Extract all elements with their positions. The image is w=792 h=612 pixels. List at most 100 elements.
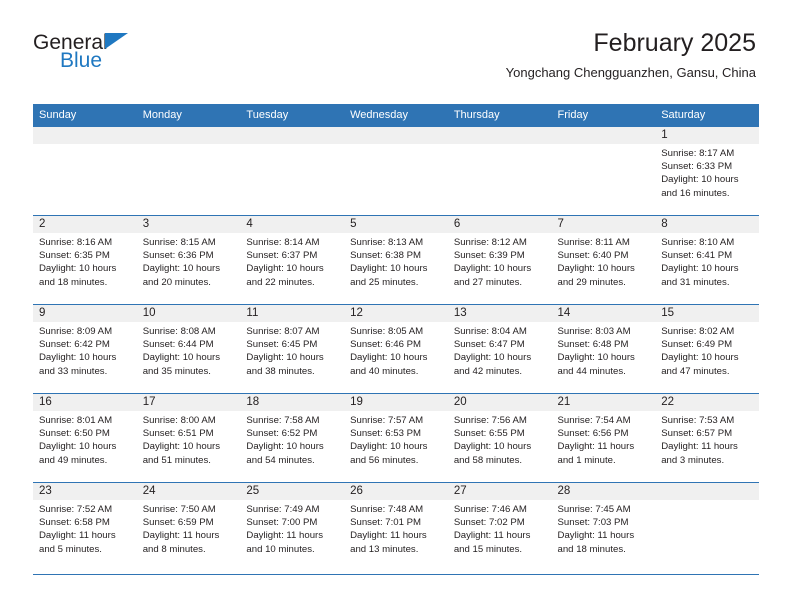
sunset-text: Sunset: 6:36 PM <box>142 250 214 262</box>
sunset-text: Sunset: 6:40 PM <box>557 250 629 262</box>
calendar-week-row: 1 Sunrise: 8:17 AM Sunset: 6:33 PM Dayli… <box>33 126 759 216</box>
daylight-text-line1: Daylight: 10 hours <box>39 441 117 453</box>
sunset-text: Sunset: 6:41 PM <box>661 250 733 262</box>
day-cell[interactable]: 4 Sunrise: 8:14 AM Sunset: 6:37 PM Dayli… <box>240 215 345 305</box>
day-cell[interactable]: 18 Sunrise: 7:58 AM Sunset: 6:52 PM Dayl… <box>240 393 345 483</box>
sunrise-text: Sunrise: 8:04 AM <box>453 326 527 337</box>
day-cell[interactable]: 2 Sunrise: 8:16 AM Sunset: 6:35 PM Dayli… <box>33 215 137 305</box>
day-cell[interactable]: 8 Sunrise: 8:10 AM Sunset: 6:41 PM Dayli… <box>655 215 759 305</box>
calendar-week-row: 16 Sunrise: 8:01 AM Sunset: 6:50 PM Dayl… <box>33 393 759 483</box>
sunset-text: Sunset: 6:44 PM <box>142 339 214 351</box>
daylight-text-line1: Daylight: 11 hours <box>557 530 635 542</box>
sunrise-text: Sunrise: 8:14 AM <box>246 237 320 248</box>
sunset-text: Sunset: 6:46 PM <box>350 339 422 351</box>
daylight-text-line2: and 5 minutes. <box>39 543 102 555</box>
day-details: Sunrise: 7:48 AM Sunset: 7:01 PM Dayligh… <box>344 500 448 556</box>
daylight-text-line2: and 56 minutes. <box>350 454 419 466</box>
day-number: 4 <box>246 218 253 230</box>
sunrise-text: Sunrise: 7:46 AM <box>453 504 527 515</box>
day-cell[interactable]: 28 Sunrise: 7:45 AM Sunset: 7:03 PM Dayl… <box>551 482 656 575</box>
day-details: Sunrise: 8:13 AM Sunset: 6:38 PM Dayligh… <box>344 233 448 289</box>
sunrise-text: Sunrise: 8:08 AM <box>142 326 216 337</box>
day-number: 1 <box>661 129 668 141</box>
day-cell[interactable]: 19 Sunrise: 7:57 AM Sunset: 6:53 PM Dayl… <box>344 393 448 483</box>
weekday-header-wednesday: Wednesday <box>344 104 448 127</box>
day-cell[interactable]: 10 Sunrise: 8:08 AM Sunset: 6:44 PM Dayl… <box>136 304 241 394</box>
sunset-text: Sunset: 6:52 PM <box>246 428 318 440</box>
day-details: Sunrise: 7:49 AM Sunset: 7:00 PM Dayligh… <box>240 500 344 556</box>
daylight-text-line2: and 15 minutes. <box>453 543 523 555</box>
day-cell[interactable]: 16 Sunrise: 8:01 AM Sunset: 6:50 PM Dayl… <box>33 393 137 483</box>
day-cell[interactable]: 9 Sunrise: 8:09 AM Sunset: 6:42 PM Dayli… <box>33 304 137 394</box>
sunrise-text: Sunrise: 8:02 AM <box>661 326 735 337</box>
calendar-page: General Blue February 2025 Yongchang Che… <box>0 0 792 612</box>
daylight-text-line2: and 16 minutes. <box>661 187 730 199</box>
day-cell[interactable]: 17 Sunrise: 8:00 AM Sunset: 6:51 PM Dayl… <box>136 393 241 483</box>
day-details: Sunrise: 8:03 AM Sunset: 6:48 PM Dayligh… <box>552 322 656 378</box>
day-number: 6 <box>453 218 461 230</box>
day-cell[interactable]: 1 Sunrise: 8:17 AM Sunset: 6:33 PM Dayli… <box>655 126 759 216</box>
day-cell[interactable]: 5 Sunrise: 8:13 AM Sunset: 6:38 PM Dayli… <box>344 215 448 305</box>
day-cell[interactable] <box>655 482 759 575</box>
sunset-text: Sunset: 7:00 PM <box>246 517 318 529</box>
daylight-text-line2: and 47 minutes. <box>661 365 730 377</box>
daylight-text-line1: Daylight: 10 hours <box>661 174 739 186</box>
sunrise-text: Sunrise: 8:03 AM <box>557 326 631 337</box>
day-number: 9 <box>39 307 46 319</box>
sunrise-text: Sunrise: 8:13 AM <box>350 237 424 248</box>
sunset-text: Sunset: 6:51 PM <box>142 428 214 440</box>
day-details: Sunrise: 8:09 AM Sunset: 6:42 PM Dayligh… <box>33 322 137 378</box>
daylight-text-line2: and 22 minutes. <box>246 276 315 288</box>
day-details: Sunrise: 7:56 AM Sunset: 6:55 PM Dayligh… <box>448 411 552 467</box>
sunset-text: Sunset: 6:58 PM <box>39 517 110 529</box>
sunset-text: Sunset: 7:03 PM <box>557 517 629 529</box>
sunset-text: Sunset: 6:49 PM <box>661 339 733 351</box>
day-number: 24 <box>142 485 156 497</box>
daylight-text-line1: Daylight: 11 hours <box>350 530 427 542</box>
day-cell[interactable]: 27 Sunrise: 7:46 AM Sunset: 7:02 PM Dayl… <box>447 482 552 575</box>
title-block: February 2025 Yongchang Chengguanzhen, G… <box>506 28 756 82</box>
day-cell[interactable]: 14 Sunrise: 8:03 AM Sunset: 6:48 PM Dayl… <box>551 304 656 394</box>
daylight-text-line2: and 20 minutes. <box>142 276 211 288</box>
sunrise-text: Sunrise: 7:49 AM <box>246 504 320 515</box>
daylight-text-line2: and 49 minutes. <box>39 454 108 466</box>
day-cell[interactable]: 11 Sunrise: 8:07 AM Sunset: 6:45 PM Dayl… <box>240 304 345 394</box>
day-cell[interactable]: 20 Sunrise: 7:56 AM Sunset: 6:55 PM Dayl… <box>447 393 552 483</box>
day-cell[interactable] <box>33 126 137 216</box>
day-cell[interactable]: 13 Sunrise: 8:04 AM Sunset: 6:47 PM Dayl… <box>447 304 552 394</box>
day-cell[interactable] <box>240 126 345 216</box>
day-cell[interactable]: 7 Sunrise: 8:11 AM Sunset: 6:40 PM Dayli… <box>551 215 656 305</box>
day-number: 22 <box>661 396 675 408</box>
day-cell[interactable]: 23 Sunrise: 7:52 AM Sunset: 6:58 PM Dayl… <box>33 482 137 575</box>
daylight-text-line1: Daylight: 10 hours <box>142 263 221 275</box>
day-cell[interactable]: 24 Sunrise: 7:50 AM Sunset: 6:59 PM Dayl… <box>136 482 241 575</box>
day-cell[interactable]: 21 Sunrise: 7:54 AM Sunset: 6:56 PM Dayl… <box>551 393 656 483</box>
day-cell[interactable] <box>344 126 448 216</box>
page-title: February 2025 <box>593 29 756 57</box>
day-cell[interactable]: 25 Sunrise: 7:49 AM Sunset: 7:00 PM Dayl… <box>240 482 345 575</box>
day-cell[interactable]: 26 Sunrise: 7:48 AM Sunset: 7:01 PM Dayl… <box>344 482 448 575</box>
day-details: Sunrise: 8:01 AM Sunset: 6:50 PM Dayligh… <box>33 411 137 467</box>
day-cell[interactable]: 12 Sunrise: 8:05 AM Sunset: 6:46 PM Dayl… <box>344 304 448 394</box>
day-cell[interactable]: 6 Sunrise: 8:12 AM Sunset: 6:39 PM Dayli… <box>447 215 552 305</box>
day-details: Sunrise: 8:11 AM Sunset: 6:40 PM Dayligh… <box>552 233 656 289</box>
calendar-table: Sunday Monday Tuesday Wednesday Thursday… <box>33 104 759 575</box>
day-cell[interactable] <box>551 126 656 216</box>
sunset-text: Sunset: 6:33 PM <box>661 161 733 173</box>
day-cell[interactable]: 15 Sunrise: 8:02 AM Sunset: 6:49 PM Dayl… <box>655 304 759 394</box>
day-details: Sunrise: 7:54 AM Sunset: 6:56 PM Dayligh… <box>552 411 656 467</box>
day-cell[interactable]: 22 Sunrise: 7:53 AM Sunset: 6:57 PM Dayl… <box>655 393 759 483</box>
weekday-header-monday: Monday <box>136 104 241 127</box>
day-cell[interactable]: 3 Sunrise: 8:15 AM Sunset: 6:36 PM Dayli… <box>136 215 241 305</box>
daylight-text-line1: Daylight: 10 hours <box>453 352 532 364</box>
daylight-text-line1: Daylight: 10 hours <box>453 441 532 453</box>
day-number: 3 <box>142 218 150 230</box>
sunset-text: Sunset: 6:42 PM <box>39 339 110 351</box>
day-number: 11 <box>246 307 259 319</box>
day-cell[interactable] <box>447 126 552 216</box>
daylight-text-line2: and 25 minutes. <box>350 276 419 288</box>
day-details: Sunrise: 7:53 AM Sunset: 6:57 PM Dayligh… <box>655 411 759 467</box>
day-cell[interactable] <box>136 126 241 216</box>
day-number: 26 <box>350 485 363 497</box>
day-details: Sunrise: 8:02 AM Sunset: 6:49 PM Dayligh… <box>655 322 759 378</box>
